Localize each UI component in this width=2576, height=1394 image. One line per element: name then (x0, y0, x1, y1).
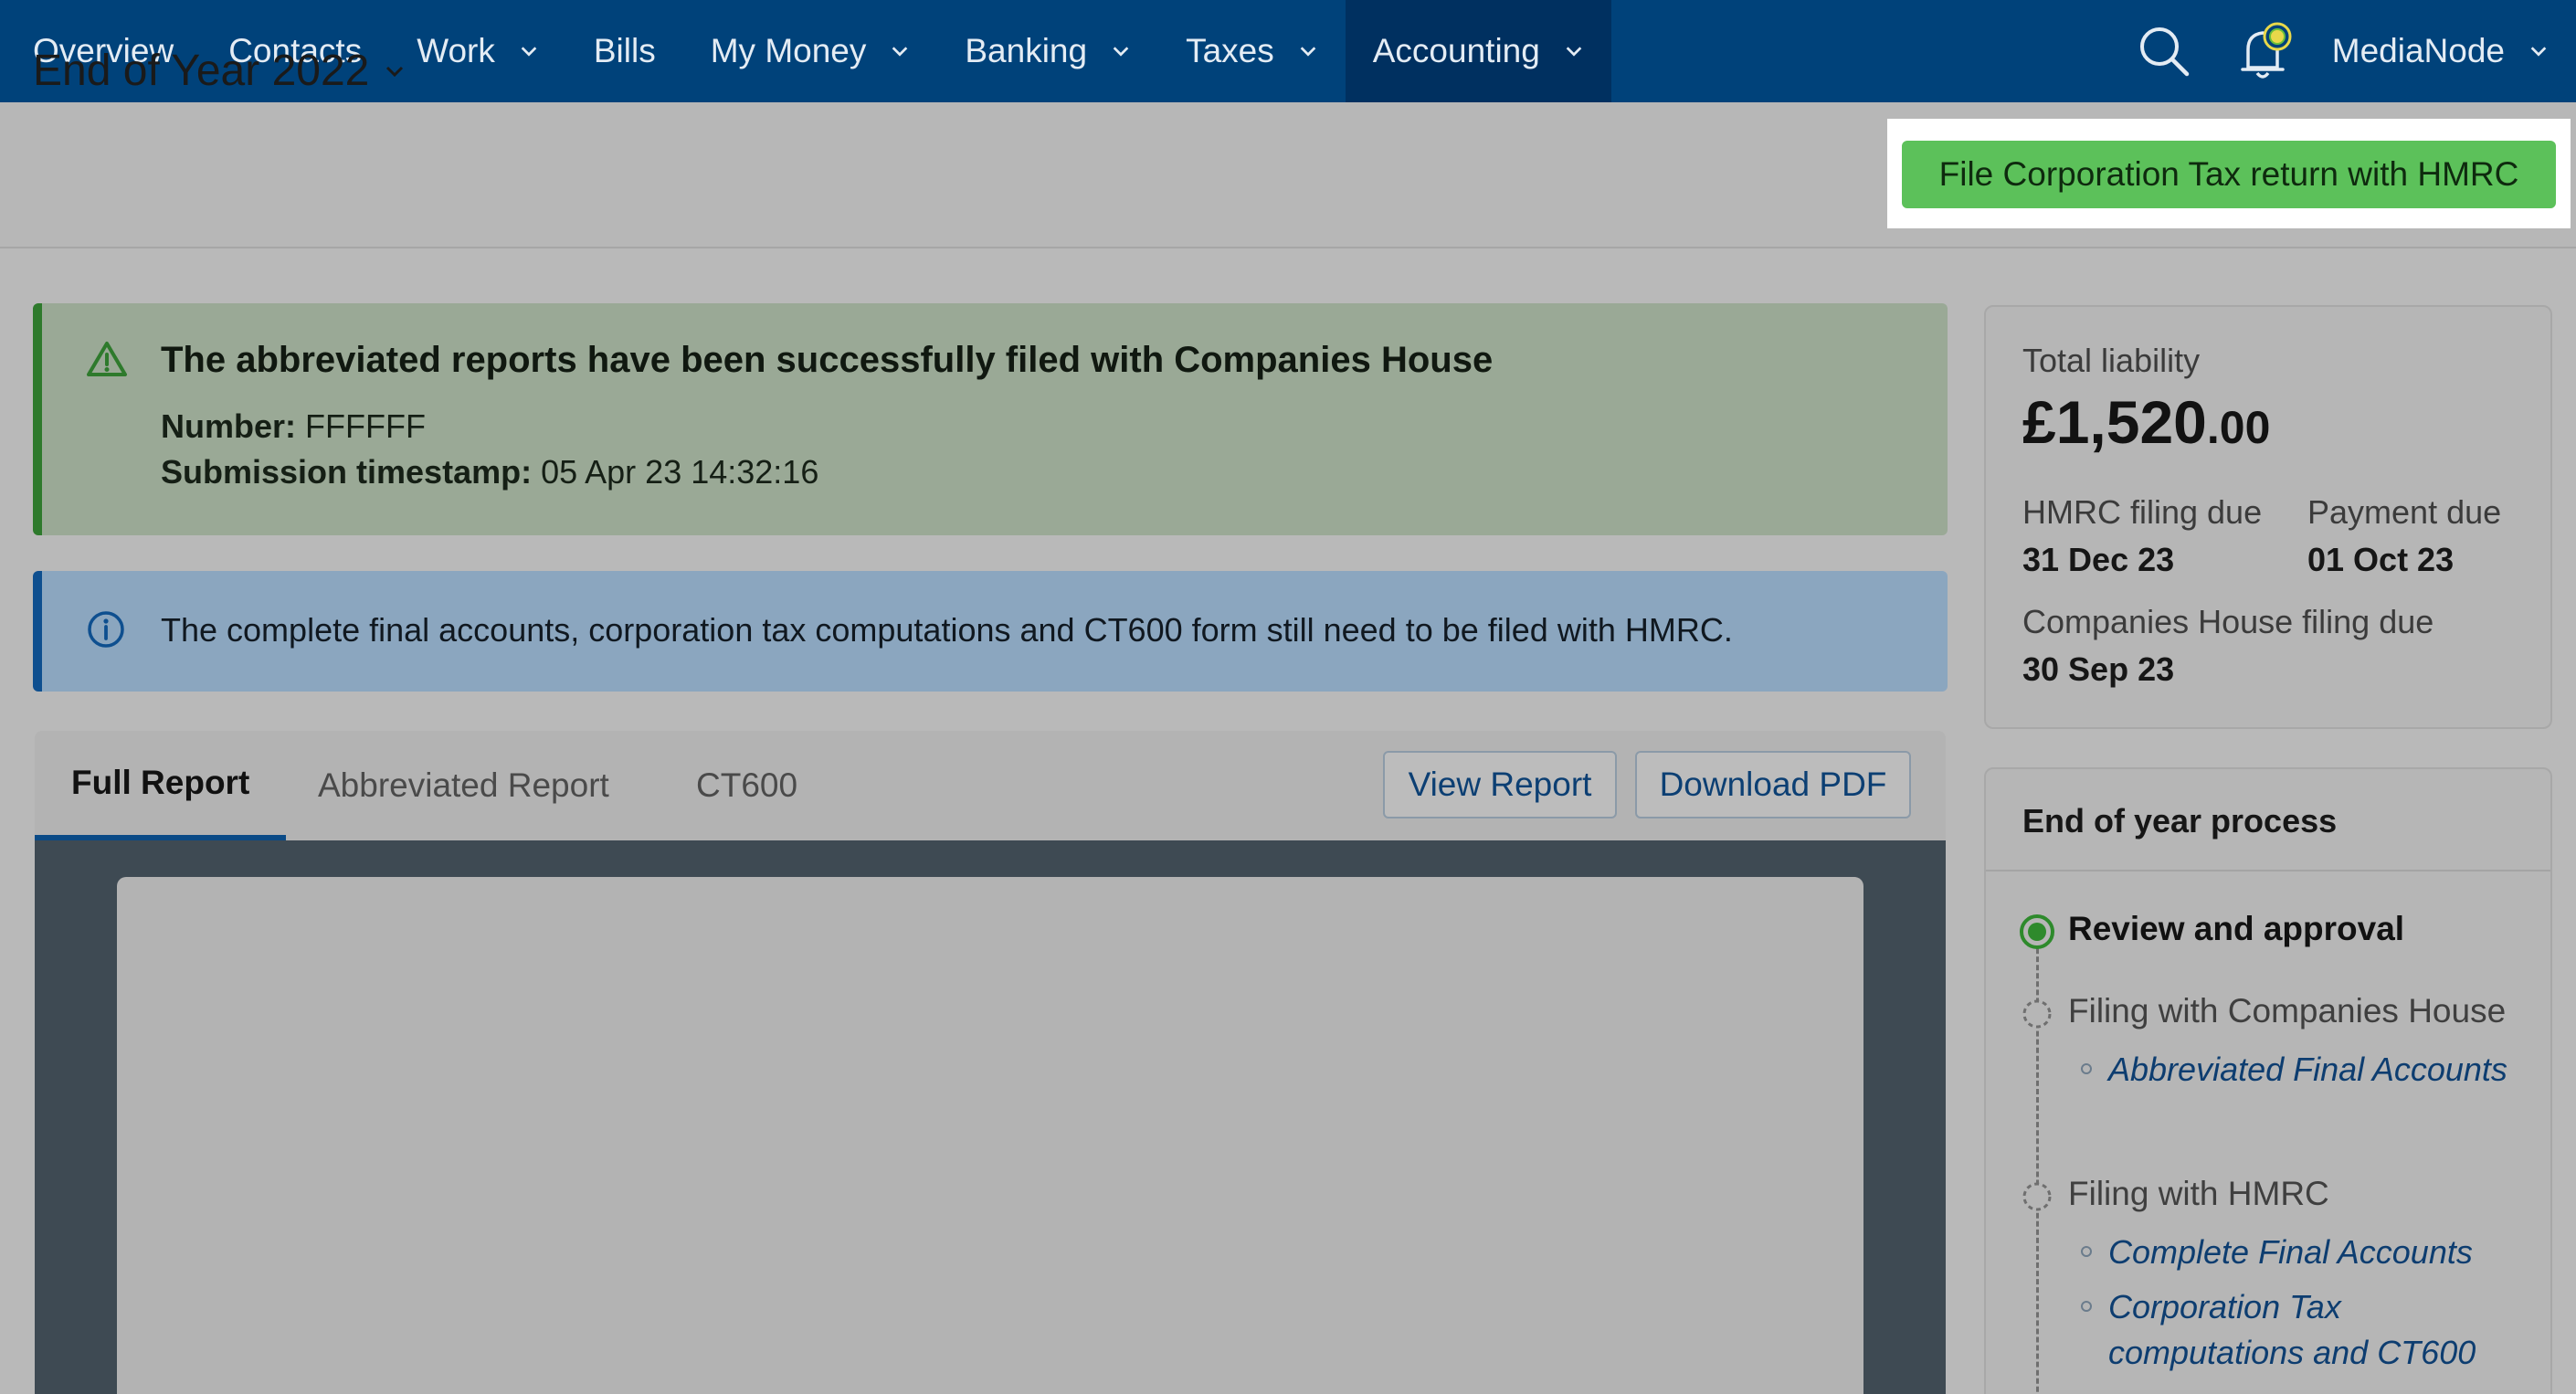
number-label: Number: (161, 407, 297, 445)
process-title: End of year process (2022, 802, 2338, 840)
companies-house-due-value: 30 Sep 23 (2022, 650, 2175, 688)
tab-abbreviated-report[interactable]: Abbreviated Report (318, 731, 609, 840)
chevron-down-icon (1300, 47, 1316, 57)
submission-number: Number: FFFFFF (161, 407, 426, 446)
nav-item-work[interactable]: Work (389, 0, 566, 102)
report-document[interactable] (117, 877, 1863, 1394)
bell-icon (2241, 22, 2292, 79)
tab-ct600[interactable]: CT600 (696, 731, 797, 840)
report-tabs: Full Report Abbreviated Report CT600 Vie… (35, 731, 1946, 840)
report-card: Full Report Abbreviated Report CT600 Vie… (35, 731, 1946, 1394)
chevron-down-icon (1113, 47, 1129, 57)
bullet-icon (2081, 1063, 2092, 1074)
bullet-icon (2081, 1301, 2092, 1312)
warning-triangle-icon (87, 342, 127, 376)
info-icon (88, 611, 124, 648)
nav-label: Bills (593, 32, 656, 69)
nav-item-bills[interactable]: Bills (566, 0, 683, 102)
liability-card: Total liability £1,520.00 HMRC filing du… (1984, 305, 2552, 729)
bullet-icon (2081, 1246, 2092, 1257)
companies-house-due-label: Companies House filing due (2022, 603, 2434, 640)
page-title: End of Year 2022 (33, 47, 370, 95)
search-button[interactable] (2113, 0, 2215, 102)
nav-label: Banking (965, 32, 1088, 69)
amount-decimal: .00 (2206, 402, 2271, 453)
download-pdf-button[interactable]: Download PDF (1635, 751, 1911, 818)
payment-due-label: Payment due (2307, 493, 2502, 531)
nav-item-banking[interactable]: Banking (937, 0, 1158, 102)
timestamp-label: Submission timestamp: (161, 453, 533, 491)
hmrc-filing-due-value: 31 Dec 23 (2022, 541, 2175, 578)
view-report-button[interactable]: View Report (1383, 751, 1617, 818)
process-header: End of year process (1986, 769, 2550, 871)
total-liability-label: Total liability (2022, 342, 2201, 379)
chevron-down-icon (2530, 47, 2547, 57)
step-review-approval: Review and approval (2068, 910, 2405, 947)
step-complete-icon (2020, 914, 2054, 949)
info-alert: The complete final accounts, corporation… (33, 571, 1948, 692)
success-alert-title: The abbreviated reports have been succes… (161, 340, 1494, 380)
link-abbreviated-final-accounts[interactable]: Abbreviated Final Accounts (2108, 1047, 2528, 1093)
user-name: MediaNode (2331, 32, 2505, 69)
total-liability-amount: £1,520.00 (2022, 387, 2270, 457)
nav-item-accounting[interactable]: Accounting (1345, 0, 1611, 102)
nav-right-group: MediaNode (2113, 0, 2576, 102)
nav-label: My Money (710, 32, 867, 69)
info-alert-text: The complete final accounts, corporation… (161, 611, 1733, 649)
step-filing-hmrc: Filing with HMRC (2068, 1175, 2329, 1212)
submission-timestamp: Submission timestamp: 05 Apr 23 14:32:16 (161, 453, 818, 491)
success-alert: The abbreviated reports have been succes… (33, 303, 1948, 535)
chevron-down-icon (1566, 47, 1582, 57)
report-viewer (35, 840, 1946, 1394)
end-of-year-process-card: End of year process Review and approval … (1984, 767, 2552, 1394)
search-icon (2139, 27, 2190, 77)
nav-label: Accounting (1372, 32, 1540, 69)
step-pending-icon (2022, 1182, 2052, 1211)
nav-item-taxes[interactable]: Taxes (1158, 0, 1346, 102)
chevron-down-icon (521, 47, 537, 57)
link-corporation-tax-ct600[interactable]: Corporation Tax computations and CT600 (2108, 1284, 2528, 1376)
step-filing-companies-house: Filing with Companies House (2068, 992, 2507, 1030)
user-menu[interactable]: MediaNode (2317, 32, 2576, 70)
tab-full-report[interactable]: Full Report (35, 731, 287, 840)
nav-label: Taxes (1186, 32, 1274, 69)
nav-label: Work (417, 32, 495, 69)
timestamp-value: 05 Apr 23 14:32:16 (541, 453, 819, 491)
nav-item-my-money[interactable]: My Money (683, 0, 938, 102)
chevron-down-icon (386, 66, 404, 77)
hmrc-filing-due-label: HMRC filing due (2022, 493, 2263, 531)
notifications-button[interactable] (2215, 0, 2317, 102)
year-selector[interactable]: End of Year 2022 (33, 46, 406, 96)
number-value: FFFFFF (305, 407, 426, 445)
payment-due-value: 01 Oct 23 (2307, 541, 2455, 578)
step-pending-icon (2022, 999, 2052, 1029)
amount-main: £1,520 (2022, 388, 2207, 456)
chevron-down-icon (892, 47, 908, 57)
link-complete-final-accounts[interactable]: Complete Final Accounts (2108, 1230, 2528, 1275)
file-corporation-tax-button[interactable]: File Corporation Tax return with HMRC (1902, 141, 2556, 208)
